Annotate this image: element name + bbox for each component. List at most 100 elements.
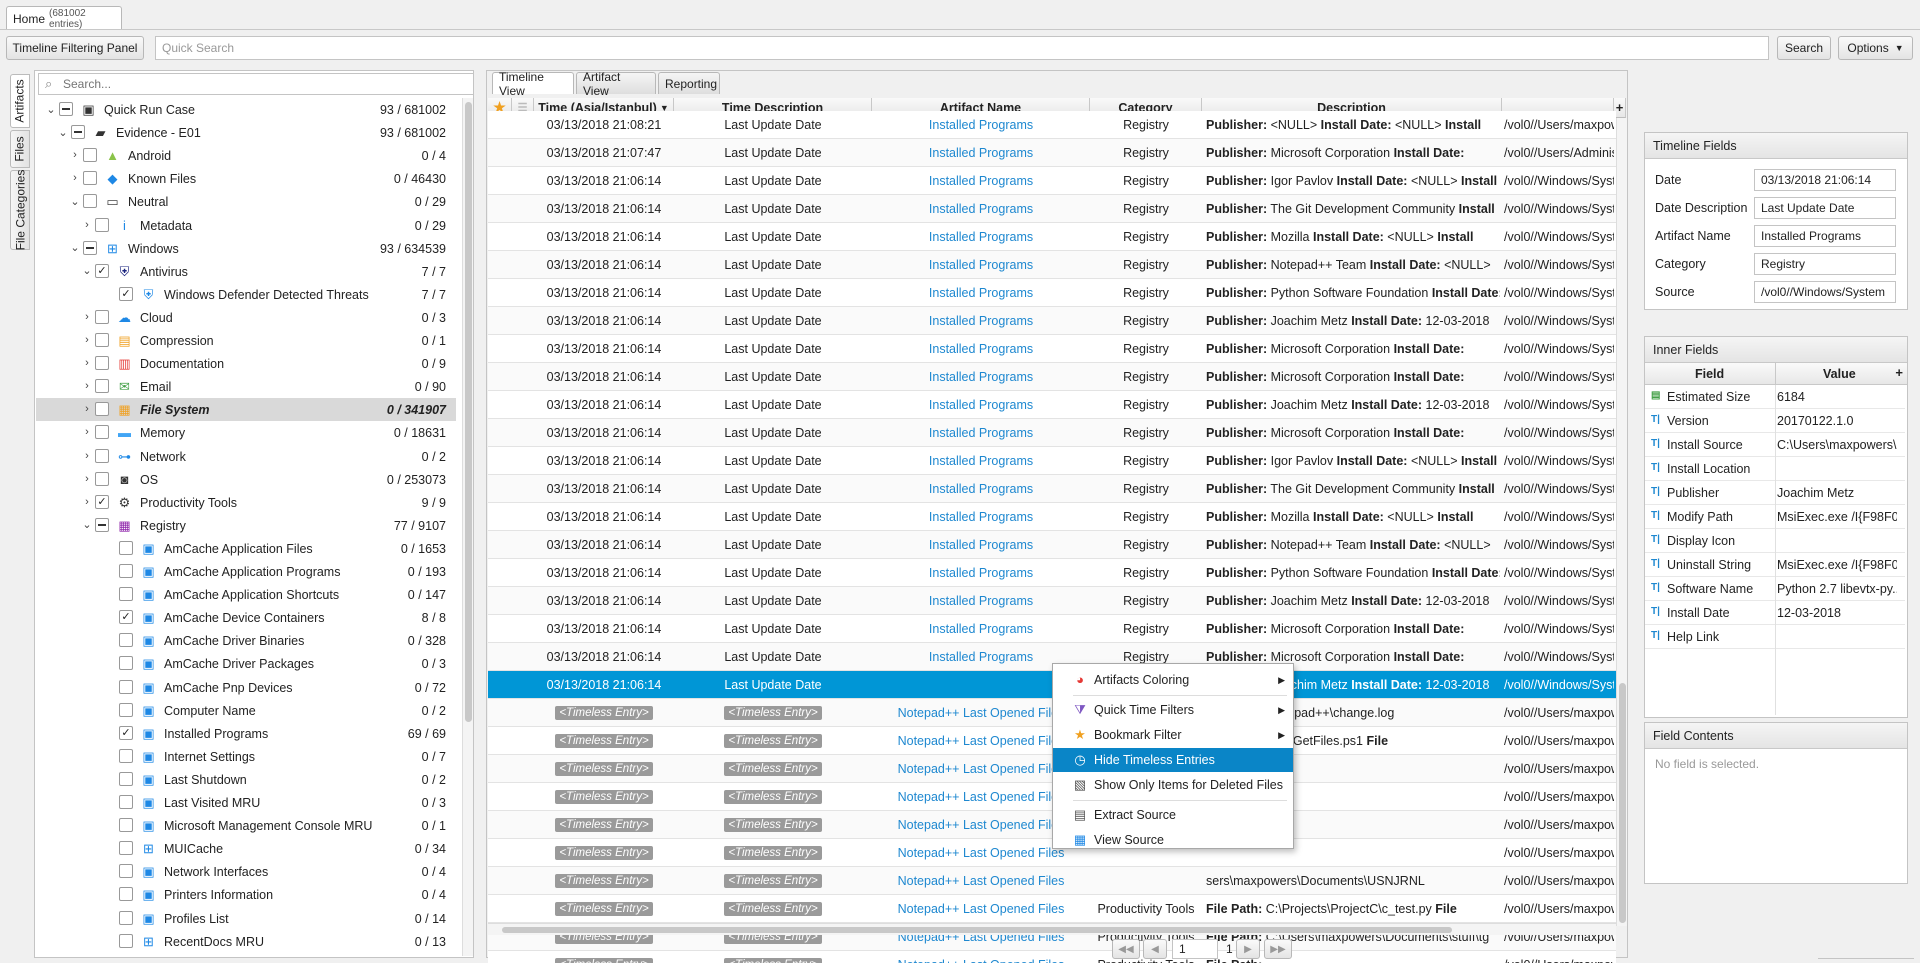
menu-item-quick-time-filters[interactable]: ⧩ Quick Time Filters ▶ — [1053, 698, 1293, 722]
artifact-name-cell[interactable]: Installed Programs — [872, 251, 1090, 278]
artifact-link[interactable]: Installed Programs — [929, 118, 1033, 132]
chevron-down-icon[interactable]: ⌄ — [82, 265, 92, 277]
checkbox[interactable] — [95, 471, 109, 486]
artifact-link[interactable]: Installed Programs — [929, 454, 1033, 468]
checkbox[interactable] — [59, 102, 73, 116]
checkbox[interactable] — [119, 771, 133, 786]
artifact-name-cell[interactable]: Installed Programs — [872, 503, 1090, 530]
artifact-name-cell[interactable]: Installed Programs — [872, 111, 1090, 138]
tree-item-quick-run-case[interactable]: ⌄ ▣ Quick Run Case 93 / 681002 — [36, 98, 456, 121]
timeline-field-value[interactable] — [1754, 225, 1896, 247]
tree-item-neutral[interactable]: ⌄ ▭ Neutral 0 / 29 — [36, 190, 456, 213]
tree-item-muicache[interactable]: ⊞ MUICache 0 / 34 — [36, 837, 456, 860]
tree-item-amcache-driver-binaries[interactable]: ▣ AmCache Driver Binaries 0 / 328 — [36, 629, 456, 652]
tree-item-amcache-application-shortcuts[interactable]: ▣ AmCache Application Shortcuts 0 / 147 — [36, 583, 456, 606]
add-field-button[interactable]: + — [1895, 365, 1903, 380]
tree-item-network-interfaces[interactable]: ▣ Network Interfaces 0 / 4 — [36, 860, 456, 883]
artifact-link[interactable]: Installed Programs — [929, 398, 1033, 412]
table-row[interactable]: <Timeless Entry> <Timeless Entry> Notepad+… — [488, 867, 1616, 895]
checkbox[interactable] — [119, 540, 133, 555]
artifact-name-cell[interactable]: Installed Programs — [872, 475, 1090, 502]
first-page-button[interactable]: ◀◀ — [1112, 939, 1140, 959]
table-vscroll-thumb[interactable] — [1619, 683, 1626, 923]
artifact-name-cell[interactable]: Installed Programs — [872, 559, 1090, 586]
tab-artifact-view[interactable]: Artifact View — [576, 70, 656, 98]
artifact-name-cell[interactable]: Installed Programs — [872, 615, 1090, 642]
checkbox[interactable] — [119, 633, 133, 648]
artifact-link[interactable]: Notepad++ Last Opened Files — [898, 902, 1065, 916]
tree-item-internet-settings[interactable]: ▣ Internet Settings 0 / 7 — [36, 745, 456, 768]
tree-item-compression[interactable]: › ▤ Compression 0 / 1 — [36, 329, 456, 352]
table-row[interactable]: 03/13/2018 21:06:14 Last Update Date Insta… — [488, 559, 1616, 587]
last-page-button[interactable]: ▶▶ — [1264, 939, 1292, 959]
tree-item-recentdocs-mru[interactable]: ⊞ RecentDocs MRU 0 / 13 — [36, 930, 456, 953]
artifact-name-cell[interactable]: Installed Programs — [872, 447, 1090, 474]
table-hscroll-thumb[interactable] — [502, 927, 1452, 933]
chevron-down-icon[interactable]: ⌄ — [46, 104, 56, 116]
artifact-link[interactable]: Installed Programs — [929, 342, 1033, 356]
checkbox[interactable] — [95, 379, 109, 394]
artifact-link[interactable]: Notepad++ Last Opened Files — [898, 790, 1065, 804]
chevron-right-icon[interactable]: › — [82, 403, 92, 415]
chevron-right-icon[interactable]: › — [82, 473, 92, 485]
checkbox[interactable] — [95, 309, 109, 324]
tree-item-cloud[interactable]: › ☁ Cloud 0 / 3 — [36, 306, 456, 329]
timeline-field-value[interactable] — [1754, 281, 1896, 303]
artifact-link[interactable]: Installed Programs — [929, 258, 1033, 272]
tree-item-os[interactable]: › ◙ OS 0 / 253073 — [36, 468, 456, 491]
checkbox[interactable] — [95, 517, 109, 532]
tree-item-email[interactable]: › ✉ Email 0 / 90 — [36, 375, 456, 398]
artifact-name-cell[interactable]: Installed Programs — [872, 587, 1090, 614]
checkbox[interactable] — [95, 402, 109, 417]
table-row[interactable]: 03/13/2018 21:06:14 Last Update Date Insta… — [488, 335, 1616, 363]
artifact-link[interactable]: Notepad++ Last Opened Files — [898, 958, 1065, 963]
table-row[interactable]: 03/13/2018 21:06:14 Last Update Date Insta… — [488, 195, 1616, 223]
timeline-field-value[interactable] — [1754, 169, 1896, 191]
checkbox[interactable] — [95, 217, 109, 232]
tree-item-amcache-application-files[interactable]: ▣ AmCache Application Files 0 / 1653 — [36, 537, 456, 560]
chevron-down-icon[interactable]: ⌄ — [82, 519, 92, 531]
tree-item-profiles-list[interactable]: ▣ Profiles List 0 / 14 — [36, 907, 456, 930]
checkbox[interactable] — [119, 841, 133, 856]
artifact-link[interactable]: Installed Programs — [929, 286, 1033, 300]
side-tab-file-categories[interactable]: File Categories — [10, 170, 30, 250]
table-row[interactable]: 03/13/2018 21:06:14 Last Update Date Insta… — [488, 279, 1616, 307]
artifact-link[interactable]: Installed Programs — [929, 426, 1033, 440]
menu-item-view-source[interactable]: ▦ View Source — [1053, 828, 1293, 852]
artifact-link[interactable]: Installed Programs — [929, 202, 1033, 216]
tree-item-android[interactable]: › ▲ Android 0 / 4 — [36, 144, 456, 167]
artifact-link[interactable]: Notepad++ Last Opened Files — [898, 874, 1065, 888]
artifact-link[interactable]: Notepad++ Last Opened Files — [898, 706, 1065, 720]
checkbox[interactable] — [119, 702, 133, 717]
artifact-link[interactable]: Installed Programs — [929, 538, 1033, 552]
artifact-name-cell[interactable]: Installed Programs — [872, 139, 1090, 166]
artifact-link[interactable]: Installed Programs — [929, 314, 1033, 328]
tree-item-metadata[interactable]: › i Metadata 0 / 29 — [36, 214, 456, 237]
artifact-name-cell[interactable]: Installed Programs — [872, 195, 1090, 222]
table-row[interactable]: 03/13/2018 21:06:14 Last Update Date Insta… — [488, 167, 1616, 195]
tree-item-amcache-pnp-devices[interactable]: ▣ AmCache Pnp Devices 0 / 72 — [36, 676, 456, 699]
tree-item-known-files[interactable]: › ◆ Known Files 0 / 46430 — [36, 167, 456, 190]
side-tab-files[interactable]: Files — [10, 130, 30, 168]
next-page-button[interactable]: ▶ — [1236, 939, 1260, 959]
table-row[interactable]: 03/13/2018 21:06:14 Last Update Date Insta… — [488, 615, 1616, 643]
chevron-right-icon[interactable]: › — [82, 311, 92, 323]
tree-search-input[interactable] — [63, 75, 463, 93]
table-row[interactable]: 03/13/2018 21:07:47 Last Update Date Insta… — [488, 139, 1616, 167]
checkbox[interactable] — [119, 564, 133, 578]
table-row[interactable]: 03/13/2018 21:06:14 Last Update Date Insta… — [488, 503, 1616, 531]
artifact-link[interactable]: Notepad++ Last Opened Files — [898, 846, 1065, 860]
checkbox[interactable] — [83, 148, 97, 163]
chevron-right-icon[interactable]: › — [70, 172, 80, 184]
tree-item-amcache-application-programs[interactable]: ▣ AmCache Application Programs 0 / 193 — [36, 560, 456, 583]
table-row[interactable]: <Timeless Entry> <Timeless Entry> Notepad+… — [488, 895, 1616, 923]
artifact-name-cell[interactable]: Installed Programs — [872, 391, 1090, 418]
tree-item-registry[interactable]: ⌄ ▦ Registry 77 / 9107 — [36, 514, 456, 537]
checkbox[interactable] — [83, 194, 97, 209]
artifact-link[interactable]: Installed Programs — [929, 622, 1033, 636]
menu-item-extract-source[interactable]: ▤ Extract Source — [1053, 803, 1293, 827]
tree-scrollbar[interactable] — [462, 98, 473, 956]
chevron-down-icon[interactable]: ⌄ — [70, 242, 80, 254]
checkbox[interactable]: ✓ — [119, 725, 133, 740]
tree-item-network[interactable]: › ⊶ Network 0 / 2 — [36, 445, 456, 468]
